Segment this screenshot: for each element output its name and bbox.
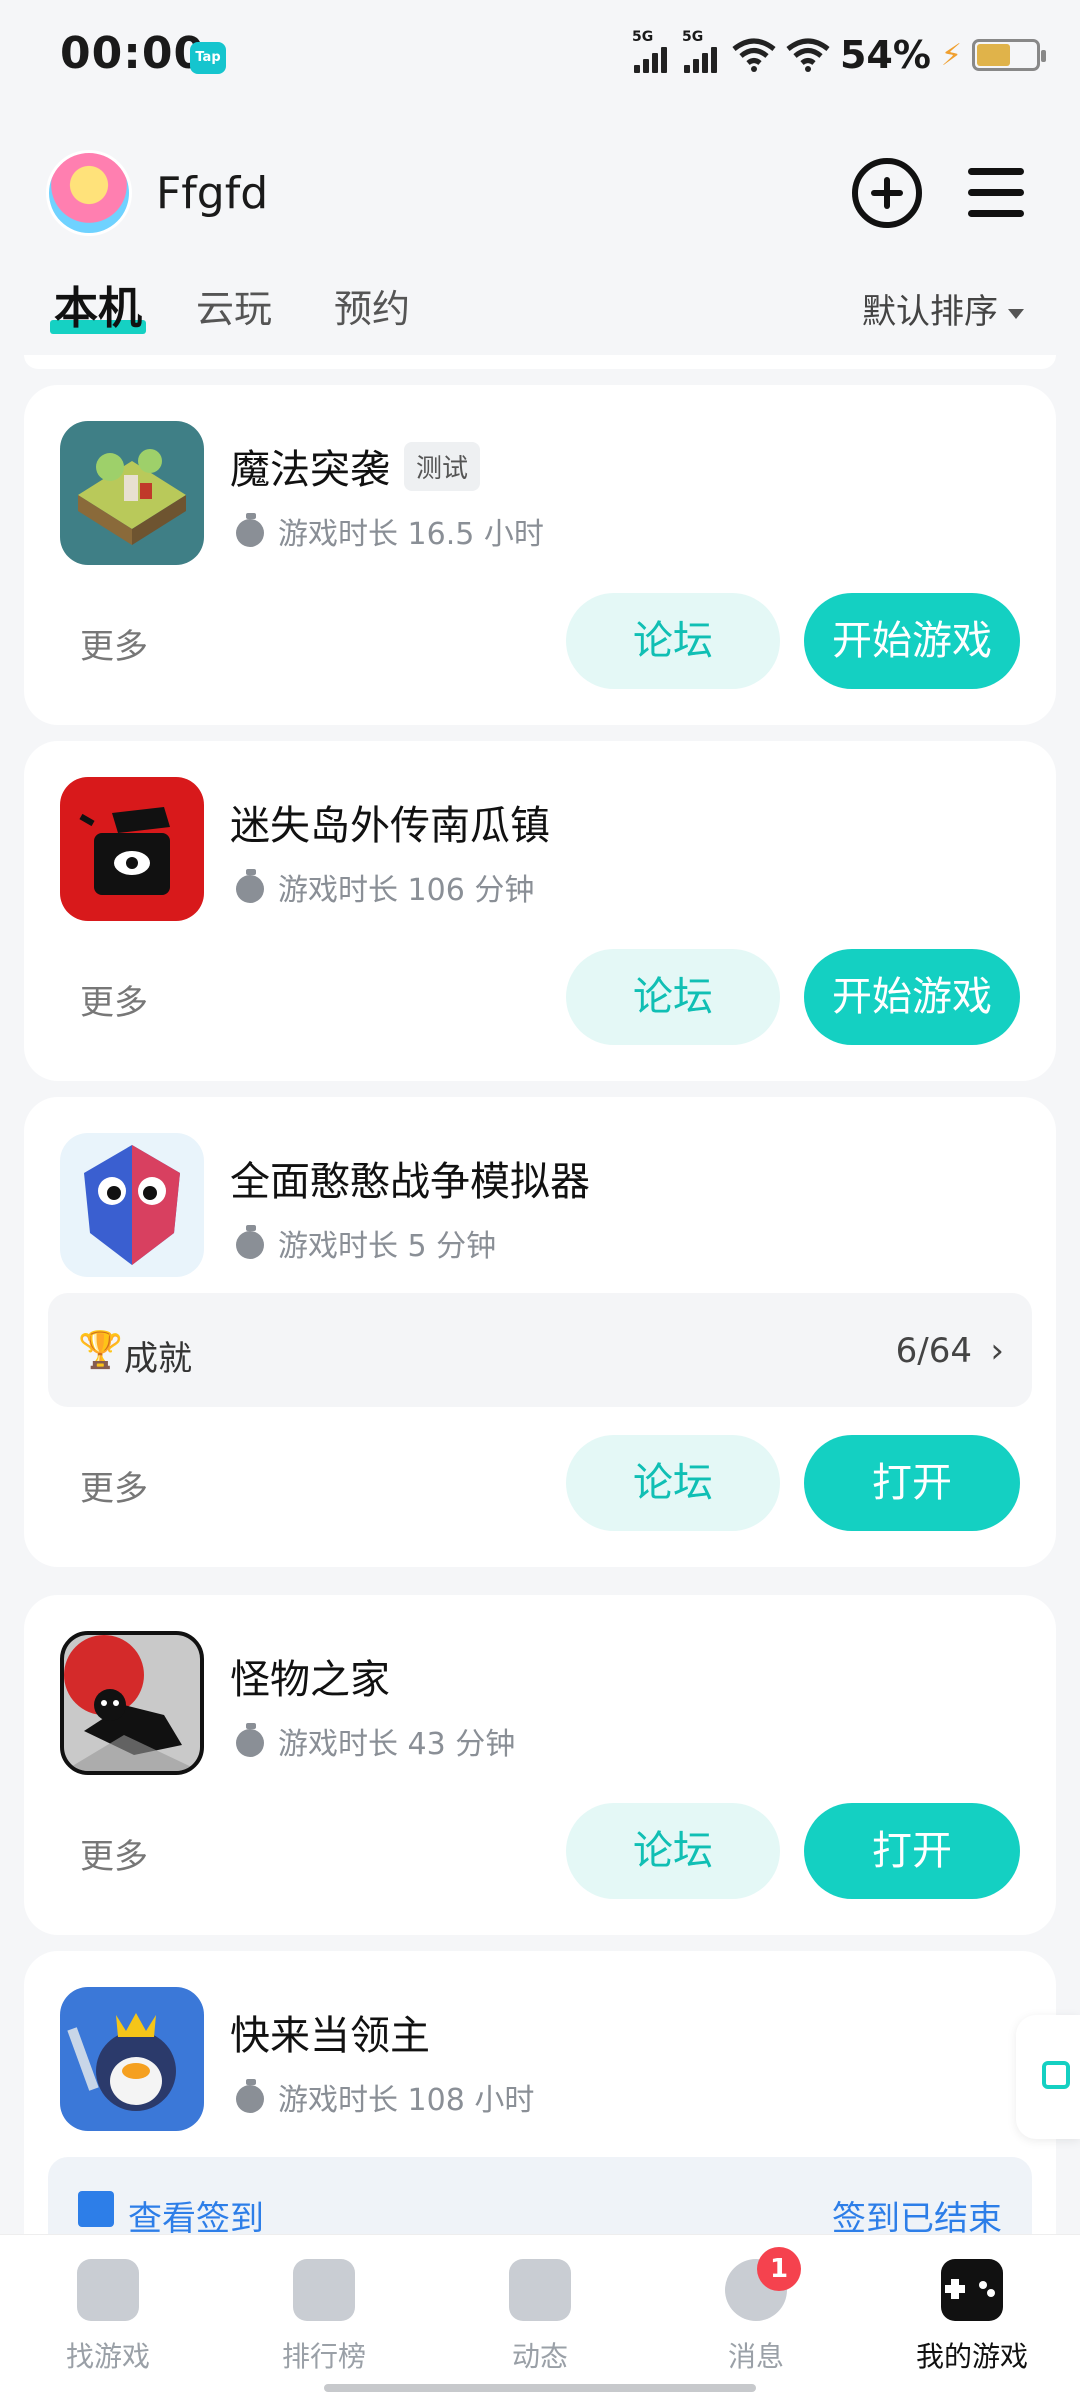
nav-feed[interactable]: 动态	[460, 2259, 620, 2375]
signin-label: 查看签到	[128, 2199, 264, 2235]
forum-button[interactable]: 论坛	[566, 593, 780, 689]
nav-messages[interactable]: 1 消息	[676, 2247, 836, 2375]
signin-status: 签到已结束	[832, 2199, 1002, 2235]
charging-icon: ⚡	[940, 37, 962, 73]
game-icon[interactable]	[60, 1987, 204, 2131]
nav-find-games[interactable]: 找游戏	[28, 2259, 188, 2375]
profile-header: Ffgfd	[0, 140, 1080, 250]
tab-cloud[interactable]: 云玩	[196, 278, 272, 333]
tab-bar: 本机 云玩 预约 默认排序	[0, 270, 1080, 340]
status-icons: 5G 5G 54% ⚡	[632, 29, 1046, 80]
gamepad-icon	[941, 2259, 1003, 2321]
nav-ranking[interactable]: 排行榜	[244, 2259, 404, 2375]
nav-label: 我的游戏	[915, 2340, 1028, 2373]
playtime-text: 游戏时长 108 小时	[278, 2083, 535, 2118]
game-card: 快来当领主 游戏时长 108 小时 查看签到 签到已结束	[24, 1951, 1056, 2235]
battery-icon	[972, 39, 1046, 71]
tap-app-icon: Tap	[190, 42, 226, 74]
game-list[interactable]: 魔法突袭 测试 游戏时长 16.5 小时 更多 论坛 开始游戏 迷失岛外传南瓜镇 …	[0, 355, 1080, 2235]
forum-button[interactable]: 论坛	[566, 949, 780, 1045]
more-button[interactable]: 更多	[80, 619, 148, 668]
playtime-text: 游戏时长 106 分钟	[278, 873, 535, 908]
message-count-badge: 1	[757, 2247, 801, 2291]
game-icon[interactable]	[60, 421, 204, 565]
sort-dropdown[interactable]: 默认排序	[862, 284, 1024, 333]
caret-down-icon	[1008, 308, 1024, 319]
game-card: 怪物之家 游戏时长 43 分钟 更多 论坛 打开	[24, 1595, 1056, 1935]
game-title: 魔法突袭	[230, 447, 390, 493]
playtime-text: 游戏时长 43 分钟	[278, 1727, 516, 1762]
find-games-icon	[77, 2259, 139, 2321]
nav-label: 消息	[727, 2340, 784, 2373]
wifi-icon	[786, 38, 830, 72]
signin-row[interactable]: 查看签到 签到已结束	[48, 2157, 1032, 2235]
game-icon[interactable]	[60, 1631, 204, 1775]
timer-icon	[234, 2079, 268, 2115]
nav-my-games[interactable]: 我的游戏	[892, 2259, 1052, 2375]
message-bubble-icon: 1	[725, 2247, 801, 2321]
nav-label: 动态	[511, 2340, 568, 2373]
timer-icon	[234, 1225, 268, 1261]
game-title: 怪物之家	[230, 1657, 390, 1703]
nav-label: 排行榜	[281, 2340, 366, 2373]
feed-icon	[509, 2259, 571, 2321]
nav-label: 找游戏	[65, 2340, 150, 2373]
timer-icon	[234, 513, 268, 549]
tab-local[interactable]: 本机	[50, 272, 146, 336]
username[interactable]: Ffgfd	[156, 168, 268, 219]
more-button[interactable]: 更多	[80, 1829, 148, 1878]
ranking-icon	[293, 2259, 355, 2321]
tab-reserved[interactable]: 预约	[334, 278, 410, 333]
floating-download-button[interactable]	[1016, 2015, 1080, 2139]
bottom-navigation: 找游戏 排行榜 动态 1 消息 我的游戏	[0, 2234, 1080, 2400]
wifi-icon	[732, 38, 776, 72]
more-button[interactable]: 更多	[80, 975, 148, 1024]
playtime-text: 游戏时长 16.5 小时	[278, 517, 544, 552]
gift-icon	[78, 2191, 114, 2227]
test-tag: 测试	[404, 441, 481, 491]
signal-icon: 5G	[632, 29, 672, 75]
achievement-count: 6/64	[895, 1331, 972, 1371]
chevron-right-icon: ›	[990, 1331, 1004, 1371]
game-card: 迷失岛外传南瓜镇 游戏时长 106 分钟 更多 论坛 开始游戏	[24, 741, 1056, 1081]
playtime-text: 游戏时长 5 分钟	[278, 1229, 497, 1264]
achievement-label: 成就	[124, 1339, 192, 1379]
game-card: 魔法突袭 测试 游戏时长 16.5 小时 更多 论坛 开始游戏	[24, 385, 1056, 725]
game-icon[interactable]	[60, 777, 204, 921]
status-time: 00:00	[60, 28, 206, 79]
open-game-button[interactable]: 打开	[804, 1803, 1020, 1899]
game-card: 全面憨憨战争模拟器 游戏时长 5 分钟 🏆 成就 6/64 › 更多 论坛 打开	[24, 1097, 1056, 1567]
card-edge	[24, 355, 1056, 369]
download-icon	[1042, 2061, 1070, 2089]
achievement-row[interactable]: 🏆 成就 6/64 ›	[48, 1293, 1032, 1407]
home-indicator[interactable]	[324, 2384, 756, 2392]
game-title: 全面憨憨战争模拟器	[230, 1159, 590, 1205]
more-button[interactable]: 更多	[80, 1461, 148, 1510]
forum-button[interactable]: 论坛	[566, 1803, 780, 1899]
menu-icon[interactable]	[962, 158, 1032, 228]
sort-label: 默认排序	[862, 292, 998, 332]
timer-icon	[234, 869, 268, 905]
forum-button[interactable]: 论坛	[566, 1435, 780, 1531]
avatar[interactable]	[46, 150, 132, 236]
game-title: 迷失岛外传南瓜镇	[230, 803, 550, 849]
battery-percent: 54%	[839, 33, 931, 77]
game-icon[interactable]	[60, 1133, 204, 1277]
start-game-button[interactable]: 开始游戏	[804, 949, 1020, 1045]
add-circle-icon[interactable]	[852, 158, 922, 228]
open-game-button[interactable]: 打开	[804, 1435, 1020, 1531]
start-game-button[interactable]: 开始游戏	[804, 593, 1020, 689]
status-bar: 00:00 Tap 5G 5G 54% ⚡	[0, 0, 1080, 110]
signal-icon: 5G	[682, 29, 722, 75]
timer-icon	[234, 1723, 268, 1759]
game-title: 快来当领主	[230, 2013, 430, 2059]
trophy-icon: 🏆	[78, 1330, 123, 1371]
